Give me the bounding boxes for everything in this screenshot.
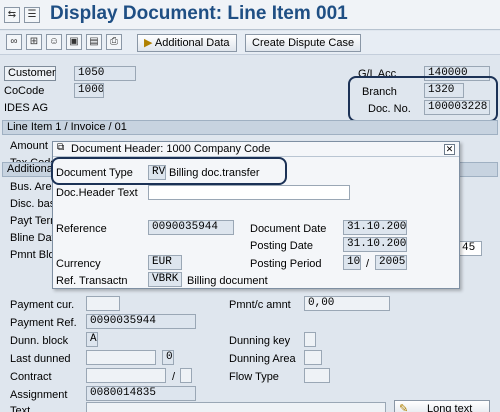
ref-transaction-field[interactable]: VBRK — [148, 272, 182, 287]
long-text-button[interactable]: ✎ Long text — [394, 400, 490, 412]
document-date-field[interactable]: 31.10.2005 — [343, 220, 407, 235]
customer-label: Customer — [4, 66, 56, 81]
close-icon[interactable]: ✕ — [444, 144, 455, 155]
contract-field[interactable] — [86, 368, 166, 383]
reference-label: Reference — [56, 223, 107, 235]
cocode-label: CoCode — [4, 85, 45, 97]
contract-label: Contract — [10, 371, 52, 383]
header-text-field[interactable] — [148, 185, 350, 200]
docno-field[interactable]: 100003228 — [424, 100, 490, 115]
document-icon[interactable]: ☰ — [24, 7, 40, 23]
glasses-icon[interactable]: ∞ — [6, 34, 22, 50]
document-date-label: Document Date — [250, 223, 327, 235]
arrow-right-icon: ▶ — [144, 37, 153, 49]
posting-date-label: Posting Date — [250, 240, 313, 252]
assignment-label: Assignment — [10, 389, 68, 401]
page-title: Display Document: Line Item 001 — [50, 3, 348, 24]
document-type-field[interactable]: RV — [148, 165, 166, 180]
customer-field[interactable]: 1050 — [74, 66, 136, 81]
person-icon[interactable]: ☺ — [46, 34, 62, 50]
payment-cur-field[interactable] — [86, 296, 120, 311]
dunning-key-label: Dunning key — [229, 335, 291, 347]
print-icon[interactable]: ⎙ — [106, 34, 122, 50]
branch-field[interactable]: 1320 — [424, 83, 464, 98]
contract-type-field[interactable] — [180, 368, 192, 383]
ref-transaction-label: Ref. Transactn — [56, 275, 128, 287]
payment-ref-label: Payment Ref. — [10, 317, 77, 329]
contract-separator: / — [172, 371, 176, 383]
flow-type-field[interactable] — [304, 368, 330, 383]
text-field[interactable] — [86, 402, 386, 412]
days-field[interactable]: 45 — [458, 241, 482, 256]
overview-icon[interactable]: ⊞ — [26, 34, 42, 50]
docno-label: Doc. No. — [368, 103, 411, 115]
pmnt-amnt-field[interactable]: 0,00 — [304, 296, 390, 311]
flow-type-label: Flow Type — [229, 371, 279, 383]
currency-label: Currency — [56, 258, 101, 270]
document-type-label: Document Type — [56, 167, 133, 179]
posting-period-label: Posting Period — [250, 258, 322, 270]
line-item-section-header: Line Item 1 / Invoice / 01 — [2, 120, 498, 135]
popup-title-bar: ⧉ Document Header: 1000 Company Code ✕ — [53, 142, 459, 157]
additional-data-button[interactable]: ▶ Additional Data — [137, 34, 237, 52]
document-header-popup: ⧉ Document Header: 1000 Company Code ✕ D… — [51, 141, 460, 289]
dunning-area-label: Dunning Area — [229, 353, 296, 365]
posting-period-separator: / — [366, 258, 370, 270]
dunning-area-field[interactable] — [304, 350, 322, 365]
posting-period-field[interactable]: 10 — [343, 255, 361, 270]
company-name: IDES AG — [4, 102, 49, 114]
header-text-label: Doc.Header Text — [56, 187, 138, 199]
window-icon: ⧉ — [57, 142, 65, 153]
assignment-field[interactable]: 0080014835 — [86, 386, 196, 401]
popup-title: Document Header: 1000 Company Code — [71, 143, 271, 155]
dunning-level-field[interactable]: 0 — [162, 350, 174, 365]
create-dispute-button[interactable]: Create Dispute Case — [245, 34, 362, 52]
document-type-desc: Billing doc.transfer — [169, 167, 260, 179]
last-dunned-field[interactable] — [86, 350, 156, 365]
payment-cur-label: Payment cur. — [10, 299, 75, 311]
dunn-block-field[interactable]: A — [86, 332, 98, 347]
posting-date-field[interactable]: 31.10.2005 — [343, 237, 407, 252]
posting-year-field[interactable]: 2005 — [375, 255, 407, 270]
dunning-key-field[interactable] — [304, 332, 316, 347]
amount-label: Amount — [10, 140, 48, 152]
ref-transaction-desc: Billing document — [187, 275, 268, 287]
reference-field[interactable]: 0090035944 — [148, 220, 234, 235]
menu-icon[interactable]: ⇆ — [4, 7, 20, 23]
payment-ref-field[interactable]: 0090035944 — [86, 314, 196, 329]
title-bar: ⇆ ☰ Display Document: Line Item 001 — [0, 0, 500, 30]
dunn-block-label: Dunn. block — [10, 335, 69, 347]
bus-area-label: Bus. Area — [10, 181, 58, 193]
attachment-icon[interactable]: ▣ — [66, 34, 82, 50]
currency-field[interactable]: EUR — [148, 255, 182, 270]
last-dunned-label: Last dunned — [10, 353, 71, 365]
branch-label: Branch — [362, 86, 397, 98]
text-label: Text — [10, 405, 31, 412]
note-icon: ✎ — [399, 403, 409, 412]
application-toolbar: ∞ ⊞ ☺ ▣ ▤ ⎙ ▶ Additional Data Create Dis… — [0, 31, 500, 55]
cocode-field[interactable]: 1000 — [74, 83, 104, 98]
list-icon[interactable]: ▤ — [86, 34, 102, 50]
pmnt-amnt-label: Pmnt/c amnt — [229, 299, 291, 311]
